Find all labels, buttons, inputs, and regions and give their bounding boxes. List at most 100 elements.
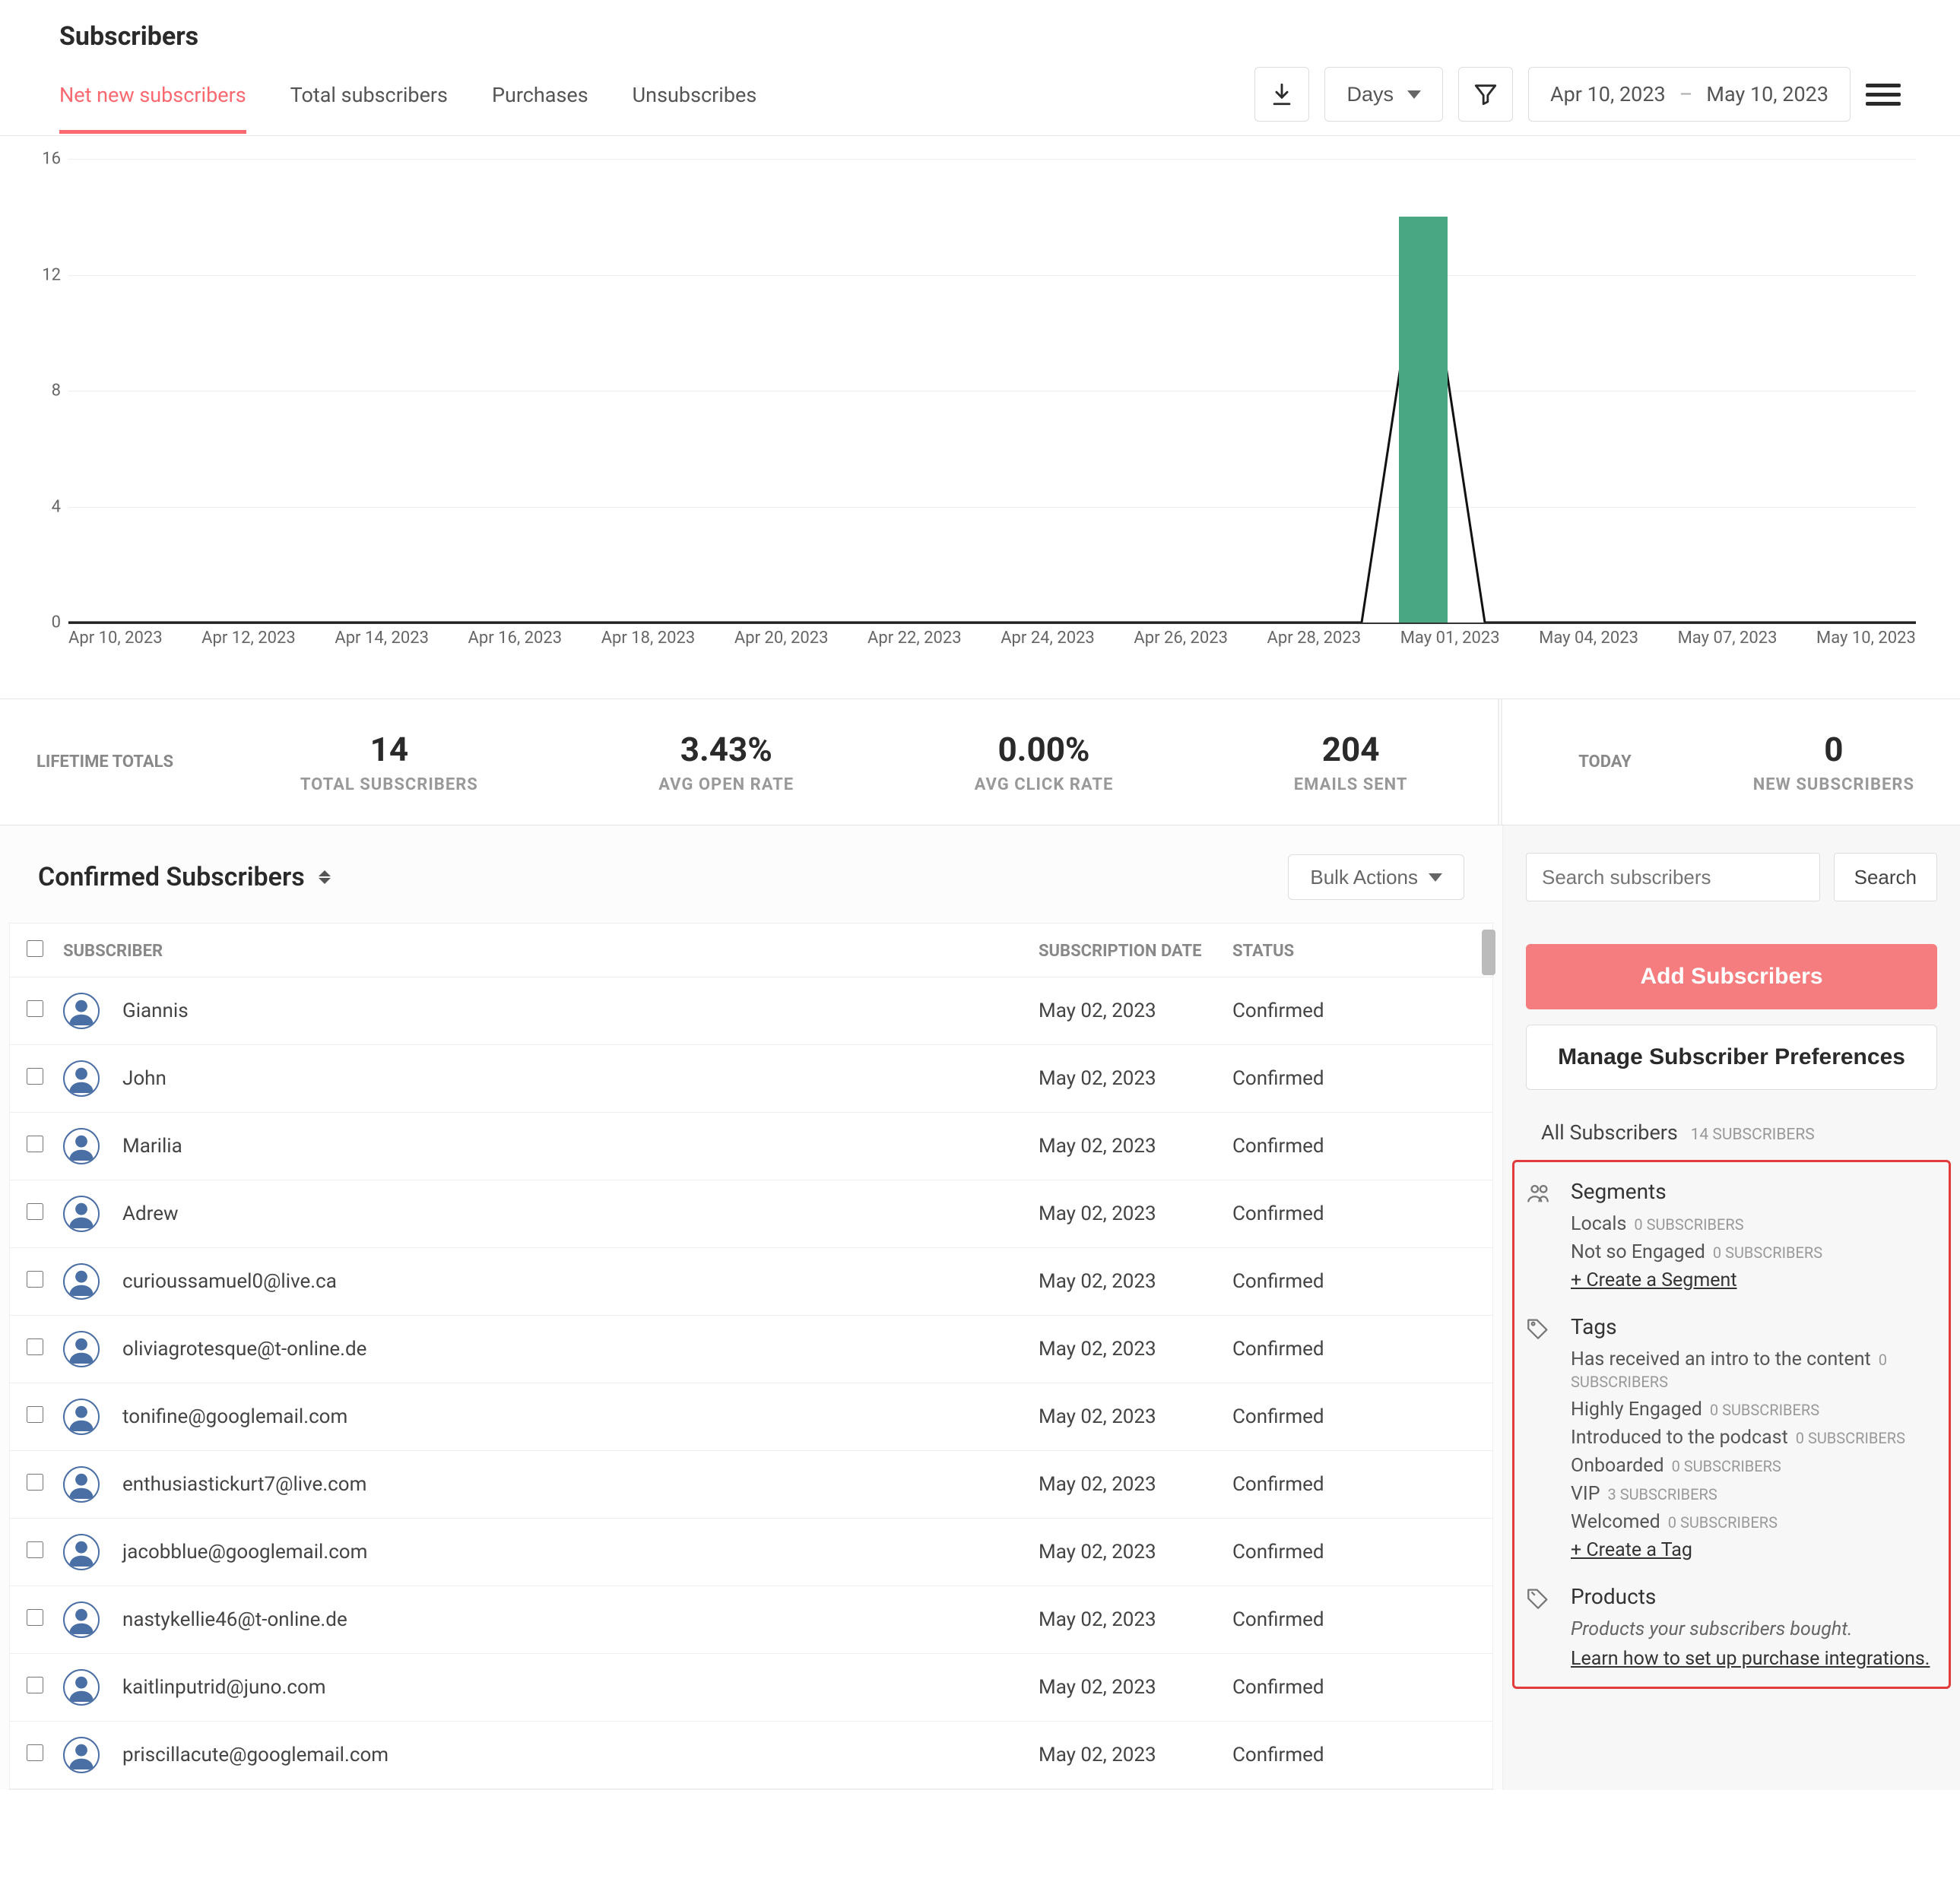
table-row[interactable]: nastykellie46@t-online.deMay 02, 2023Con… xyxy=(10,1586,1492,1654)
avatar xyxy=(63,1263,100,1300)
segment-item[interactable]: Locals0 SUBSCRIBERS xyxy=(1571,1213,1938,1235)
avatar xyxy=(63,1196,100,1232)
table-title-dropdown[interactable]: Confirmed Subscribers xyxy=(38,862,331,892)
date-range-picker[interactable]: Apr 10, 2023 – May 10, 2023 xyxy=(1528,67,1851,122)
x-tick: Apr 24, 2023 xyxy=(1001,629,1095,648)
status-text: Confirmed xyxy=(1232,1676,1476,1699)
search-button[interactable]: Search xyxy=(1834,853,1937,901)
status-text: Confirmed xyxy=(1232,1608,1476,1631)
bulk-actions-button[interactable]: Bulk Actions xyxy=(1288,854,1464,900)
row-checkbox[interactable] xyxy=(27,1136,43,1152)
row-checkbox[interactable] xyxy=(27,1000,43,1017)
add-subscribers-button[interactable]: Add Subscribers xyxy=(1526,944,1937,1009)
row-checkbox[interactable] xyxy=(27,1474,43,1491)
download-button[interactable] xyxy=(1254,67,1309,122)
create-segment-link[interactable]: + Create a Segment xyxy=(1571,1269,1938,1291)
status-text: Confirmed xyxy=(1232,1405,1476,1428)
chevron-down-icon xyxy=(1407,90,1421,99)
x-tick: Apr 26, 2023 xyxy=(1134,629,1228,648)
manage-preferences-button[interactable]: Manage Subscriber Preferences xyxy=(1526,1025,1937,1090)
tag-item[interactable]: Onboarded0 SUBSCRIBERS xyxy=(1571,1455,1938,1477)
date-to: May 10, 2023 xyxy=(1706,82,1828,106)
avatar xyxy=(63,1399,100,1435)
subscribers-chart: 0481216 Apr 10, 2023Apr 12, 2023Apr 14, … xyxy=(23,159,1916,676)
products-icon xyxy=(1525,1584,1556,1670)
table-row[interactable]: Giannis May 02, 2023Confirmed xyxy=(10,977,1492,1045)
chevron-down-icon xyxy=(1429,873,1442,882)
subscription-date: May 02, 2023 xyxy=(1039,1676,1232,1699)
create-tag-link[interactable]: + Create a Tag xyxy=(1571,1539,1938,1561)
subscription-date: May 02, 2023 xyxy=(1039,1270,1232,1293)
subscriber-name: Marilia xyxy=(122,1135,182,1158)
row-checkbox[interactable] xyxy=(27,1203,43,1220)
table-row[interactable]: curioussamuel0@live.caMay 02, 2023Confir… xyxy=(10,1248,1492,1316)
row-checkbox[interactable] xyxy=(27,1271,43,1288)
row-checkbox[interactable] xyxy=(27,1406,43,1423)
filter-button[interactable] xyxy=(1458,67,1513,122)
row-checkbox[interactable] xyxy=(27,1609,43,1626)
table-row[interactable]: oliviagrotesque@t-online.deMay 02, 2023C… xyxy=(10,1316,1492,1383)
table-row[interactable]: AdrewMay 02, 2023Confirmed xyxy=(10,1180,1492,1248)
table-row[interactable]: jacobblue@googlemail.comMay 02, 2023Conf… xyxy=(10,1519,1492,1586)
metric-total-subscribers: 14TOTAL SUBSCRIBERS xyxy=(270,699,509,825)
tag-item[interactable]: Welcomed0 SUBSCRIBERS xyxy=(1571,1511,1938,1533)
all-subscribers-count: 14 SUBSCRIBERS xyxy=(1691,1126,1815,1144)
tag-item[interactable]: Has received an intro to the content0 SU… xyxy=(1571,1348,1938,1392)
row-checkbox[interactable] xyxy=(27,1068,43,1085)
date-sep: – xyxy=(1679,82,1693,106)
row-checkbox[interactable] xyxy=(27,1677,43,1693)
products-desc: Products your subscribers bought. xyxy=(1571,1618,1938,1640)
subscriber-name: tonifine@googlemail.com xyxy=(122,1405,347,1428)
date-from: Apr 10, 2023 xyxy=(1550,82,1666,106)
sort-icon xyxy=(319,870,331,884)
tab-unsubscribes[interactable]: Unsubscribes xyxy=(633,69,757,134)
x-tick: May 01, 2023 xyxy=(1400,629,1500,648)
subscriber-name: Giannis xyxy=(122,1000,189,1022)
chart-bar xyxy=(1399,217,1448,623)
row-checkbox[interactable] xyxy=(27,1744,43,1761)
products-learn-link[interactable]: Learn how to set up purchase integration… xyxy=(1571,1648,1938,1670)
all-subscribers-label: All Subscribers xyxy=(1541,1120,1678,1145)
row-checkbox[interactable] xyxy=(27,1541,43,1558)
interval-select[interactable]: Days xyxy=(1324,67,1443,122)
table-row[interactable]: priscillacute@googlemail.comMay 02, 2023… xyxy=(10,1722,1492,1789)
tab-purchases[interactable]: Purchases xyxy=(492,69,588,134)
segment-item[interactable]: Not so Engaged0 SUBSCRIBERS xyxy=(1571,1241,1938,1263)
table-row[interactable]: kaitlinputrid@juno.comMay 02, 2023Confir… xyxy=(10,1654,1492,1722)
y-tick: 16 xyxy=(42,150,61,169)
status-text: Confirmed xyxy=(1232,1000,1476,1022)
status-text: Confirmed xyxy=(1232,1067,1476,1090)
table-row[interactable]: JohnMay 02, 2023Confirmed xyxy=(10,1045,1492,1113)
tab-net-new-subscribers[interactable]: Net new subscribers xyxy=(59,69,246,134)
subscriber-name: enthusiastickurt7@live.com xyxy=(122,1473,366,1496)
subscription-date: May 02, 2023 xyxy=(1039,1473,1232,1496)
x-tick: Apr 12, 2023 xyxy=(201,629,296,648)
all-subscribers-link[interactable]: All Subscribers 14 SUBSCRIBERS xyxy=(1503,1098,1960,1152)
table-row[interactable]: MariliaMay 02, 2023Confirmed xyxy=(10,1113,1492,1180)
table-row[interactable]: enthusiastickurt7@live.comMay 02, 2023Co… xyxy=(10,1451,1492,1519)
select-all-checkbox[interactable] xyxy=(27,940,43,957)
search-input[interactable] xyxy=(1526,853,1820,901)
col-status[interactable]: STATUS xyxy=(1232,942,1476,961)
tab-total-subscribers[interactable]: Total subscribers xyxy=(290,69,448,134)
row-checkbox[interactable] xyxy=(27,1339,43,1355)
tag-item[interactable]: Highly Engaged0 SUBSCRIBERS xyxy=(1571,1399,1938,1421)
subscriber-name: curioussamuel0@live.ca xyxy=(122,1270,337,1293)
tag-item[interactable]: VIP3 SUBSCRIBERS xyxy=(1571,1483,1938,1505)
tags-icon xyxy=(1525,1314,1556,1561)
table-row[interactable]: tonifine@googlemail.comMay 02, 2023Confi… xyxy=(10,1383,1492,1451)
metric-avg-open-rate: 3.43%AVG OPEN RATE xyxy=(628,699,824,825)
col-date[interactable]: SUBSCRIPTION DATE xyxy=(1039,942,1232,961)
subscription-date: May 02, 2023 xyxy=(1039,1000,1232,1022)
tags-heading: Tags xyxy=(1571,1314,1938,1339)
subscription-date: May 02, 2023 xyxy=(1039,1067,1232,1090)
segments-icon xyxy=(1525,1179,1556,1291)
menu-icon[interactable] xyxy=(1866,84,1901,106)
scrollbar-thumb[interactable] xyxy=(1482,930,1495,975)
interval-label: Days xyxy=(1346,83,1394,106)
avatar xyxy=(63,1534,100,1570)
subscriber-name: oliviagrotesque@t-online.de xyxy=(122,1338,366,1361)
x-tick: May 07, 2023 xyxy=(1678,629,1778,648)
tag-item[interactable]: Introduced to the podcast0 SUBSCRIBERS xyxy=(1571,1427,1938,1449)
col-subscriber[interactable]: SUBSCRIBER xyxy=(63,942,1039,961)
